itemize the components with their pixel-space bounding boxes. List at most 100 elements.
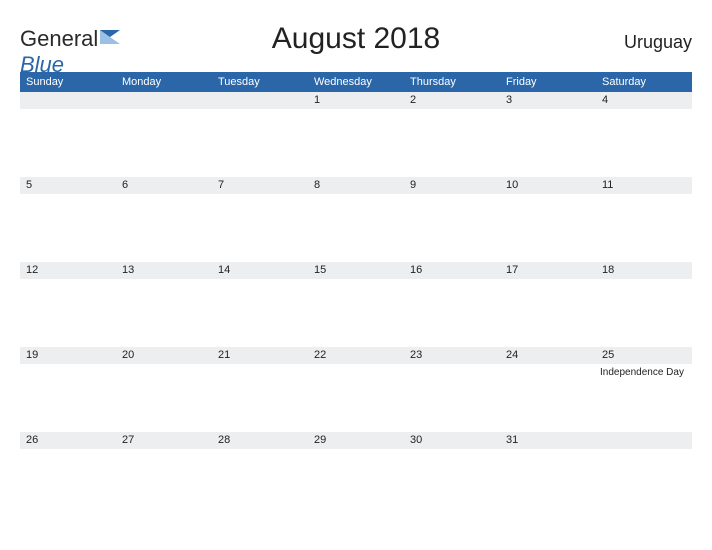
date-num: 25 xyxy=(596,347,692,364)
date-num: 15 xyxy=(308,262,404,279)
day-cell xyxy=(596,449,692,517)
day-cell xyxy=(20,109,116,177)
day-cell xyxy=(596,194,692,262)
week-row: 1 2 3 4 xyxy=(20,92,692,177)
day-cell xyxy=(404,364,500,432)
day-cell xyxy=(20,364,116,432)
event-row xyxy=(20,109,692,177)
day-cell xyxy=(212,194,308,262)
date-num: 12 xyxy=(20,262,116,279)
date-num: 24 xyxy=(500,347,596,364)
week-row: 19 20 21 22 23 24 25 Independence Day xyxy=(20,347,692,432)
date-num xyxy=(212,92,308,109)
date-num: 31 xyxy=(500,432,596,449)
date-row: 19 20 21 22 23 24 25 xyxy=(20,347,692,364)
date-row: 5 6 7 8 9 10 11 xyxy=(20,177,692,194)
brand-text-blue: Blue xyxy=(20,52,64,77)
date-num xyxy=(20,92,116,109)
date-num: 14 xyxy=(212,262,308,279)
date-num: 4 xyxy=(596,92,692,109)
date-num: 1 xyxy=(308,92,404,109)
date-num: 20 xyxy=(116,347,212,364)
date-num: 6 xyxy=(116,177,212,194)
weeks-container: 1 2 3 4 5 6 7 8 9 10 xyxy=(20,92,692,517)
day-header: Wednesday xyxy=(308,76,404,88)
day-cell xyxy=(404,279,500,347)
day-header: Thursday xyxy=(404,76,500,88)
date-num: 8 xyxy=(308,177,404,194)
date-num xyxy=(116,92,212,109)
date-num: 17 xyxy=(500,262,596,279)
date-num: 30 xyxy=(404,432,500,449)
date-num xyxy=(596,432,692,449)
day-cell xyxy=(500,194,596,262)
day-cell xyxy=(500,449,596,517)
week-row: 26 27 28 29 30 31 xyxy=(20,432,692,517)
day-cell xyxy=(404,109,500,177)
day-cell xyxy=(308,449,404,517)
day-cell xyxy=(596,279,692,347)
day-cell xyxy=(212,449,308,517)
event-label: Independence Day xyxy=(600,367,688,378)
date-num: 19 xyxy=(20,347,116,364)
date-num: 27 xyxy=(116,432,212,449)
day-cell xyxy=(308,109,404,177)
day-header: Monday xyxy=(116,76,212,88)
day-cell xyxy=(500,364,596,432)
day-cell xyxy=(116,449,212,517)
day-cell xyxy=(308,364,404,432)
day-header: Friday xyxy=(500,76,596,88)
day-cell xyxy=(404,194,500,262)
page-title: August 2018 xyxy=(272,22,440,56)
day-cell xyxy=(308,194,404,262)
date-num: 26 xyxy=(20,432,116,449)
day-cell xyxy=(404,449,500,517)
date-num: 3 xyxy=(500,92,596,109)
day-cell xyxy=(500,279,596,347)
day-cell xyxy=(20,279,116,347)
week-row: 12 13 14 15 16 17 18 xyxy=(20,262,692,347)
event-row xyxy=(20,194,692,262)
day-cell xyxy=(20,194,116,262)
date-num: 16 xyxy=(404,262,500,279)
date-num: 23 xyxy=(404,347,500,364)
date-num: 21 xyxy=(212,347,308,364)
day-header: Tuesday xyxy=(212,76,308,88)
event-row xyxy=(20,449,692,517)
locale-label: Uruguay xyxy=(624,32,692,53)
day-header-row: Sunday Monday Tuesday Wednesday Thursday… xyxy=(20,72,692,92)
day-cell xyxy=(116,364,212,432)
date-num: 5 xyxy=(20,177,116,194)
date-num: 18 xyxy=(596,262,692,279)
date-num: 2 xyxy=(404,92,500,109)
day-cell xyxy=(116,194,212,262)
event-row: Independence Day xyxy=(20,364,692,432)
date-num: 22 xyxy=(308,347,404,364)
flag-icon xyxy=(100,30,120,44)
day-header: Saturday xyxy=(596,76,692,88)
date-row: 26 27 28 29 30 31 xyxy=(20,432,692,449)
calendar: Sunday Monday Tuesday Wednesday Thursday… xyxy=(20,72,692,517)
date-num: 11 xyxy=(596,177,692,194)
event-row xyxy=(20,279,692,347)
day-cell xyxy=(596,109,692,177)
date-num: 9 xyxy=(404,177,500,194)
day-cell xyxy=(308,279,404,347)
brand-logo: General Blue xyxy=(20,26,120,78)
date-num: 28 xyxy=(212,432,308,449)
date-num: 29 xyxy=(308,432,404,449)
day-cell xyxy=(116,109,212,177)
date-num: 7 xyxy=(212,177,308,194)
date-row: 1 2 3 4 xyxy=(20,92,692,109)
day-cell xyxy=(116,279,212,347)
day-cell xyxy=(20,449,116,517)
date-num: 10 xyxy=(500,177,596,194)
day-cell xyxy=(212,364,308,432)
week-row: 5 6 7 8 9 10 11 xyxy=(20,177,692,262)
day-cell: Independence Day xyxy=(596,364,692,432)
brand-text-general: General xyxy=(20,26,98,51)
calendar-header: General Blue August 2018 Uruguay xyxy=(20,18,692,66)
day-cell xyxy=(212,109,308,177)
date-row: 12 13 14 15 16 17 18 xyxy=(20,262,692,279)
date-num: 13 xyxy=(116,262,212,279)
